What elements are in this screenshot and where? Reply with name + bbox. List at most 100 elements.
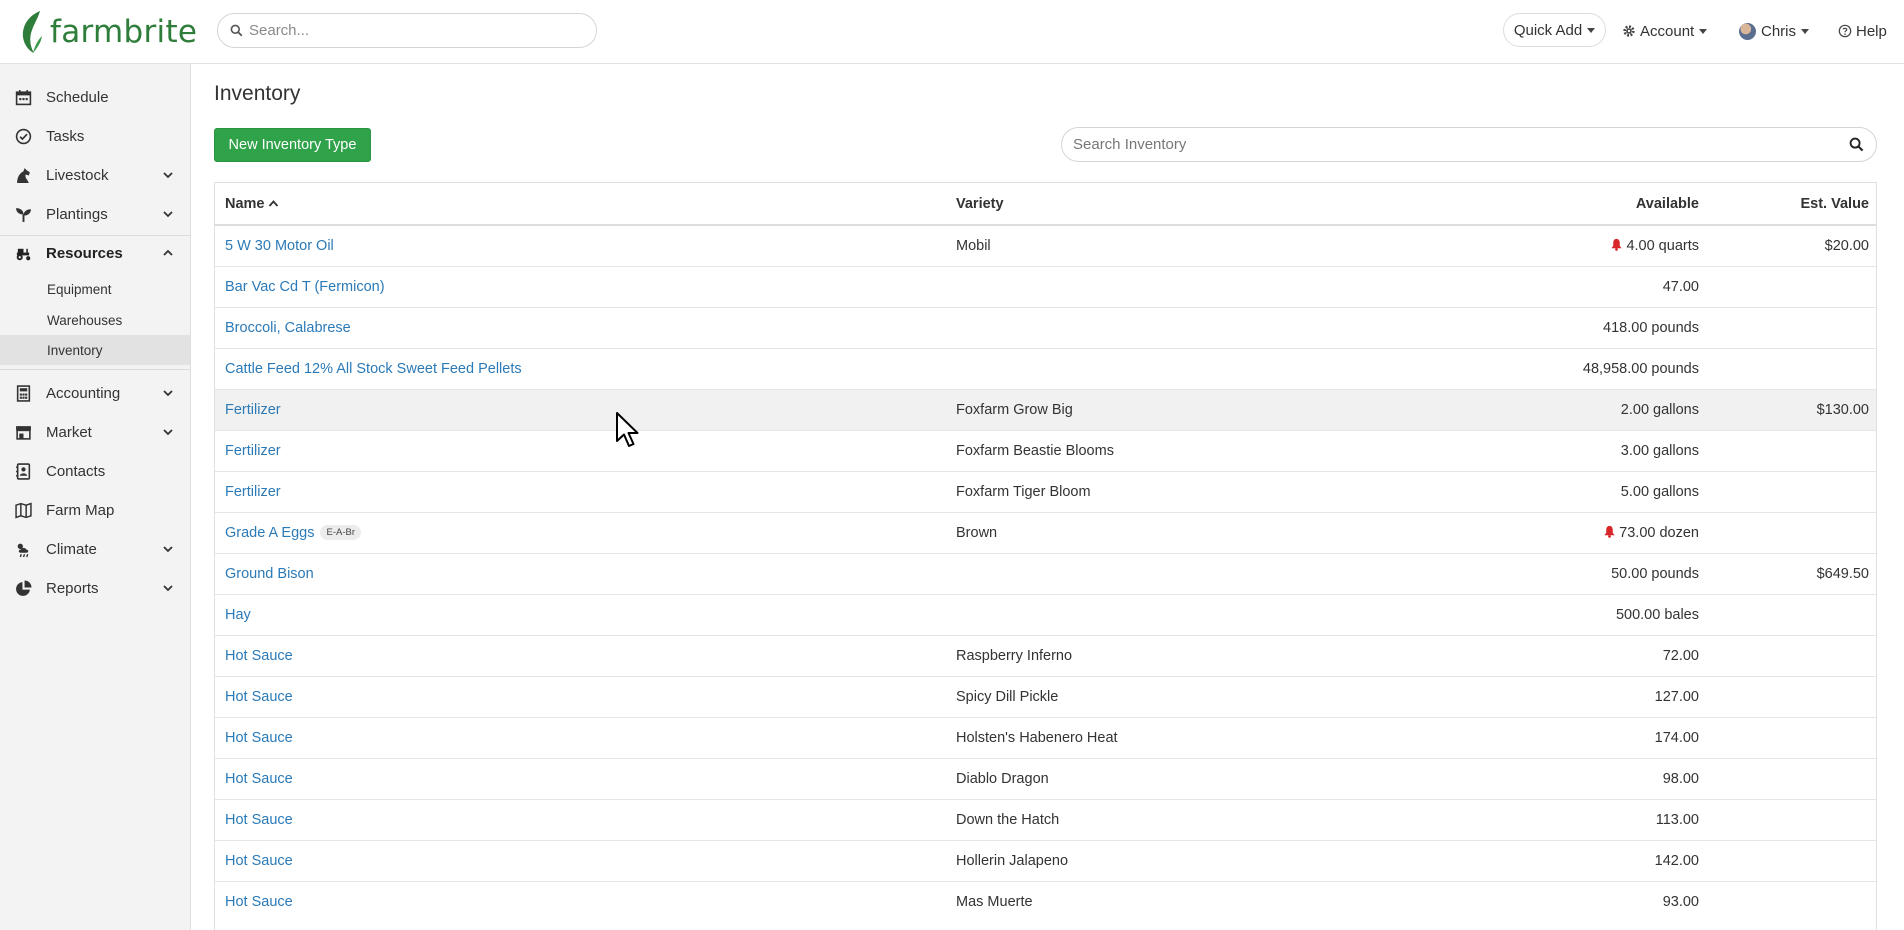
- search-icon: [230, 24, 243, 37]
- cell-est-value: [1709, 798, 1876, 840]
- quick-add-button[interactable]: Quick Add: [1503, 13, 1606, 47]
- sidebar-subitem-equipment[interactable]: Equipment: [0, 274, 190, 304]
- table-row[interactable]: Fertilizer Foxfarm Grow Big 2.00 gallons $1…: [215, 388, 1876, 430]
- available-quantity: 3.00 gallons: [1620, 442, 1699, 459]
- inventory-table: Name Variety Available Est. Value 5 W 30…: [214, 182, 1877, 930]
- column-header-variety[interactable]: Variety: [946, 183, 1366, 226]
- cell-available: 500.00 bales: [1366, 593, 1709, 635]
- calculator-icon: [16, 384, 31, 402]
- sidebar-item-market[interactable]: Market: [0, 413, 190, 451]
- table-row[interactable]: Hot Sauce Holsten's Habenero Heat 174.00: [215, 716, 1876, 758]
- table-row[interactable]: Broccoli, Calabrese 418.00 pounds: [215, 306, 1876, 348]
- item-name-link[interactable]: Hot Sauce: [225, 648, 293, 664]
- sidebar-item-label: Schedule: [46, 88, 109, 106]
- avatar: [1739, 22, 1756, 40]
- sidebar-item-climate[interactable]: Climate: [0, 530, 190, 568]
- cell-available: 47.00: [1366, 265, 1709, 307]
- account-menu[interactable]: Account: [1622, 20, 1708, 42]
- column-header-name[interactable]: Name: [215, 183, 946, 226]
- cell-est-value: [1709, 265, 1876, 307]
- sku-tag: E-A-Br: [320, 525, 361, 541]
- cell-variety: [946, 265, 1366, 307]
- chevron-down-icon: [163, 390, 173, 397]
- table-row[interactable]: Fertilizer Foxfarm Tiger Bloom 5.00 gallon…: [215, 470, 1876, 512]
- table-row[interactable]: Hot Sauce Spicy Dill Pickle 127.00: [215, 675, 1876, 717]
- sidebar-item-farm-map[interactable]: Farm Map: [0, 491, 190, 529]
- table-row[interactable]: Hot Sauce Down the Hatch 113.00: [215, 798, 1876, 840]
- sidebar-item-accounting[interactable]: Accounting: [0, 374, 190, 412]
- cell-name: Hot Sauce: [215, 798, 946, 840]
- pie-chart-icon: [16, 580, 32, 596]
- table-row[interactable]: Grade A Eggs E-A-Br Brown 73.00 dozen: [215, 511, 1876, 553]
- item-name-link[interactable]: Broccoli, Calabrese: [225, 320, 351, 336]
- cell-est-value: $649.50: [1709, 552, 1876, 594]
- table-row[interactable]: Cattle Feed 12% All Stock Sweet Feed Pel…: [215, 347, 1876, 389]
- new-inventory-type-button[interactable]: New Inventory Type: [214, 128, 371, 162]
- column-header-est-value[interactable]: Est. Value: [1709, 183, 1876, 226]
- available-quantity: 174.00: [1654, 729, 1699, 746]
- sidebar-item-contacts[interactable]: Contacts: [0, 452, 190, 490]
- table-row[interactable]: Hot Sauce Diablo Dragon 98.00: [215, 757, 1876, 799]
- cell-available: 73.00 dozen: [1366, 511, 1709, 553]
- farmbrite-logo[interactable]: farmbrite: [20, 9, 197, 55]
- item-name-link[interactable]: Cattle Feed 12% All Stock Sweet Feed Pel…: [225, 361, 522, 377]
- table-row[interactable]: Hay 500.00 bales: [215, 593, 1876, 635]
- global-search-input[interactable]: [249, 22, 569, 39]
- item-name-link[interactable]: Hot Sauce: [225, 894, 293, 910]
- caret-down-icon: [1699, 28, 1708, 34]
- item-name-link[interactable]: Bar Vac Cd T (Fermicon): [225, 279, 385, 295]
- user-label: Chris: [1761, 22, 1797, 40]
- inventory-search[interactable]: [1061, 127, 1877, 162]
- sidebar-item-resources[interactable]: Resources: [0, 234, 190, 272]
- search-icon[interactable]: [1849, 137, 1864, 152]
- item-name-link[interactable]: Hot Sauce: [225, 730, 293, 746]
- item-name-link[interactable]: Grade A Eggs: [225, 525, 314, 541]
- sidebar-subitem-warehouses[interactable]: Warehouses: [0, 305, 190, 335]
- column-header-available[interactable]: Available: [1366, 183, 1709, 226]
- table-row[interactable]: 5 W 30 Motor Oil Mobil 4.00 quarts $20.00: [215, 224, 1876, 266]
- horse-icon: [17, 167, 30, 183]
- cell-available: 174.00: [1366, 716, 1709, 758]
- item-name-link[interactable]: Hot Sauce: [225, 812, 293, 828]
- help-link[interactable]: Help: [1838, 20, 1887, 42]
- cell-est-value: [1709, 511, 1876, 553]
- cell-name: Hot Sauce: [215, 880, 946, 922]
- table-row[interactable]: Ground Bison 50.00 pounds $649.50: [215, 552, 1876, 594]
- sidebar-item-reports[interactable]: Reports: [0, 569, 190, 607]
- table-header-row: Name Variety Available Est. Value: [215, 183, 1876, 226]
- cell-available: 418.00 pounds: [1366, 306, 1709, 348]
- sidebar-item-plantings[interactable]: Plantings: [0, 195, 190, 233]
- account-label: Account: [1640, 22, 1695, 40]
- item-name-link[interactable]: 5 W 30 Motor Oil: [225, 238, 334, 254]
- item-name-link[interactable]: Fertilizer: [225, 443, 281, 459]
- item-name-link[interactable]: Hay: [225, 607, 251, 623]
- caret-down-icon: [1801, 28, 1810, 34]
- item-name-link[interactable]: Fertilizer: [225, 484, 281, 500]
- item-name-link[interactable]: Fertilizer: [225, 402, 281, 418]
- item-name-link[interactable]: Hot Sauce: [225, 771, 293, 787]
- user-menu[interactable]: Chris: [1739, 20, 1810, 42]
- table-row[interactable]: Bar Vac Cd T (Fermicon) 47.00: [215, 265, 1876, 307]
- cell-variety: Mas Muerte: [946, 880, 1366, 922]
- cell-variety: Holsten's Habenero Heat: [946, 716, 1366, 758]
- table-row[interactable]: Hot Sauce Hollerin Jalapeno 142.00: [215, 839, 1876, 881]
- cell-name: Bar Vac Cd T (Fermicon): [215, 265, 946, 307]
- sidebar-item-tasks[interactable]: Tasks: [0, 117, 190, 155]
- table-row[interactable]: Hot Sauce Raspberry Inferno 72.00: [215, 634, 1876, 676]
- top-bar: farmbrite Quick Add Account Chris Help: [0, 0, 1904, 64]
- available-quantity: 5.00 gallons: [1620, 483, 1699, 500]
- sidebar-item-livestock[interactable]: Livestock: [0, 156, 190, 194]
- chevron-down-icon: [163, 585, 173, 592]
- sidebar-item-schedule[interactable]: Schedule: [0, 78, 190, 116]
- inventory-search-input[interactable]: [1073, 136, 1849, 153]
- available-quantity: 72.00: [1662, 647, 1699, 664]
- table-row[interactable]: Fertilizer Foxfarm Beastie Blooms 3.00 gal…: [215, 429, 1876, 471]
- gear-icon: [1623, 25, 1635, 37]
- table-row[interactable]: Hot Sauce Mas Muerte 93.00: [215, 880, 1876, 922]
- item-name-link[interactable]: Hot Sauce: [225, 853, 293, 869]
- item-name-link[interactable]: Ground Bison: [225, 566, 314, 582]
- global-search[interactable]: [217, 13, 597, 48]
- available-quantity: 127.00: [1654, 688, 1699, 705]
- item-name-link[interactable]: Hot Sauce: [225, 689, 293, 705]
- sidebar-subitem-inventory[interactable]: Inventory: [0, 335, 190, 365]
